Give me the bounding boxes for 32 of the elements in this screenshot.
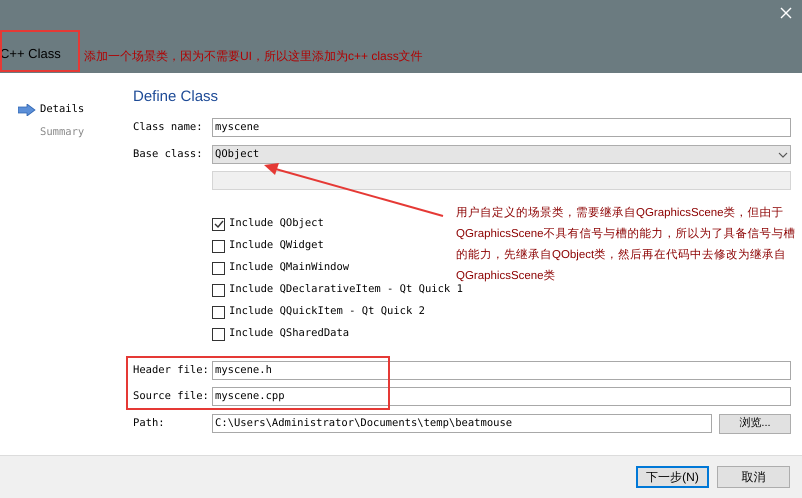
checkbox[interactable] <box>212 328 225 340</box>
input-field[interactable]: myscene <box>212 118 791 137</box>
checkbox-label: Include QMainWindow <box>229 260 350 276</box>
close-icon[interactable] <box>780 7 792 19</box>
checkbox-label: Include QWidget <box>229 238 324 254</box>
step-label: Summary <box>40 125 84 140</box>
annotation-note: 添加一个场景类，因为不需要UI，所以这里添加为c++ class文件 <box>84 48 423 65</box>
checkbox[interactable] <box>212 284 225 296</box>
base-class-dropdown[interactable]: QObject <box>212 145 791 164</box>
step-label: Details <box>40 102 84 118</box>
checkbox[interactable] <box>212 262 225 274</box>
annotation-note: 用户自定义的场景类，需要继承自QGraphicsScene类，但由于QGraphicsScene不具有信号与槽的能力，所以为了具备信号与槽的能力，先继承自QObject类，然后再在代码中去修改为继承自QGraphicsScene类 <box>456 205 797 284</box>
field-label: Class name: <box>133 120 204 135</box>
chevron-down-icon <box>778 152 788 158</box>
field-label: Path: <box>133 416 166 431</box>
checkbox-label: Include QQuickItem - Qt Quick 2 <box>229 304 425 320</box>
checkbox[interactable] <box>212 218 225 230</box>
dialog-button[interactable]: 取消 <box>717 466 790 488</box>
input-field[interactable]: C:\Users\Administrator\Documents\temp\beatmouse <box>212 414 712 433</box>
page-heading: Define Class <box>133 87 220 107</box>
input-field[interactable]: myscene.cpp <box>212 387 791 406</box>
input-field[interactable]: myscene.h <box>212 361 791 380</box>
browse-button[interactable]: 浏览... <box>719 414 791 434</box>
checkbox-label: Include QDeclarativeItem - Qt Quick 1 <box>229 282 463 298</box>
field-label: Header file: <box>133 362 210 378</box>
checkbox-label: Include QObject <box>229 216 324 232</box>
checkbox[interactable] <box>212 306 225 318</box>
checkbox-label: Include QSharedData <box>229 326 350 342</box>
checkbox[interactable] <box>212 240 225 252</box>
field-label: Source file: <box>133 388 210 404</box>
dialog-button[interactable]: 下一步(N) <box>636 466 709 488</box>
field-label: Base class: <box>133 146 204 162</box>
